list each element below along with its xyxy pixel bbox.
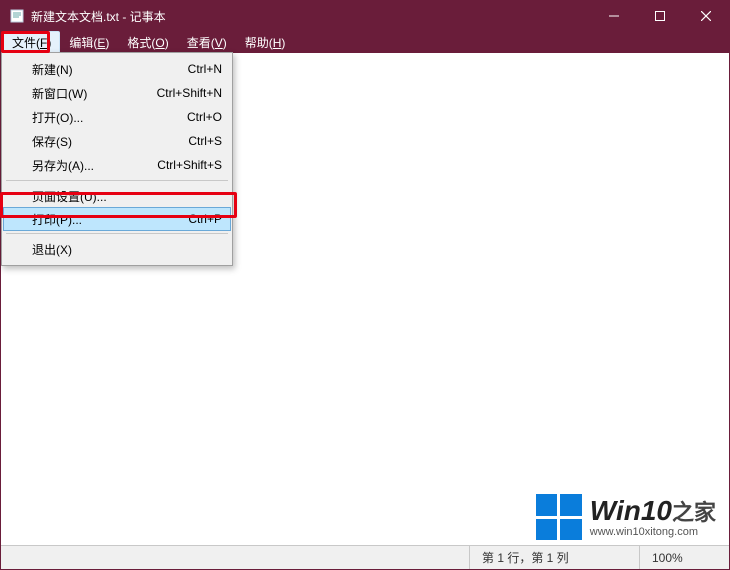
menu-item-shortcut: Ctrl+Shift+S (157, 158, 222, 172)
app-icon (9, 8, 25, 24)
minimize-button[interactable] (591, 1, 637, 31)
menu-文件[interactable]: 文件(F) (3, 31, 60, 54)
menu-item-label: 另存为(A)... (32, 157, 157, 174)
titlebar: 新建文本文档.txt - 记事本 (1, 1, 729, 31)
watermark-suffix: 之家 (672, 500, 716, 525)
status-zoom: 100% (639, 546, 729, 569)
window-controls (591, 1, 729, 31)
watermark-text: Win10之家 www.win10xitong.com (590, 497, 716, 538)
menu-编辑[interactable]: 编辑(E) (60, 31, 118, 54)
menu-item-退出(X)[interactable]: 退出(X) (4, 237, 230, 261)
menu-item-shortcut: Ctrl+N (188, 62, 222, 76)
maximize-button[interactable] (637, 1, 683, 31)
watermark: Win10之家 www.win10xitong.com (536, 494, 716, 540)
watermark-brand: Win10 (590, 495, 672, 526)
menu-separator (6, 180, 228, 181)
menu-item-另存为(A)...[interactable]: 另存为(A)...Ctrl+Shift+S (4, 153, 230, 177)
menu-separator (6, 233, 228, 234)
menu-帮助[interactable]: 帮助(H) (236, 31, 295, 54)
menu-item-页面设置(U)...[interactable]: 页面设置(U)... (4, 184, 230, 208)
menu-格式[interactable]: 格式(O) (118, 31, 177, 54)
menu-item-label: 退出(X) (32, 241, 222, 258)
statusbar: 第 1 行，第 1 列 100% (1, 545, 729, 569)
window-title: 新建文本文档.txt - 记事本 (31, 8, 591, 25)
menu-item-打印(P)...[interactable]: 打印(P)...Ctrl+P (3, 207, 231, 231)
menu-item-label: 新窗口(W) (32, 85, 157, 102)
menu-item-label: 保存(S) (32, 133, 188, 150)
status-position: 第 1 行，第 1 列 (469, 546, 639, 569)
menu-item-保存(S)[interactable]: 保存(S)Ctrl+S (4, 129, 230, 153)
menu-item-label: 打印(P)... (32, 211, 188, 228)
watermark-url: www.win10xitong.com (590, 527, 698, 538)
menu-item-新窗口(W)[interactable]: 新窗口(W)Ctrl+Shift+N (4, 81, 230, 105)
menu-item-label: 页面设置(U)... (32, 188, 222, 205)
menu-item-新建(N)[interactable]: 新建(N)Ctrl+N (4, 57, 230, 81)
menubar: 文件(F)编辑(E)格式(O)查看(V)帮助(H) (1, 31, 729, 53)
menu-item-shortcut: Ctrl+P (188, 212, 222, 226)
close-button[interactable] (683, 1, 729, 31)
menu-item-label: 新建(N) (32, 61, 188, 78)
menu-item-shortcut: Ctrl+O (187, 110, 222, 124)
menu-item-打开(O)...[interactable]: 打开(O)...Ctrl+O (4, 105, 230, 129)
menu-item-shortcut: Ctrl+Shift+N (157, 86, 222, 100)
file-menu-dropdown: 新建(N)Ctrl+N新窗口(W)Ctrl+Shift+N打开(O)...Ctr… (1, 52, 233, 266)
windows-logo-icon (536, 494, 582, 540)
menu-item-shortcut: Ctrl+S (188, 134, 222, 148)
menu-查看[interactable]: 查看(V) (178, 31, 236, 54)
menu-item-label: 打开(O)... (32, 109, 187, 126)
